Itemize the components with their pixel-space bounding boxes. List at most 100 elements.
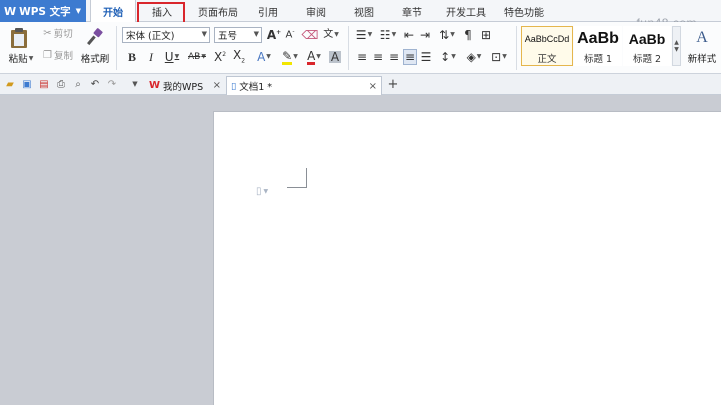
- align-right-button[interactable]: ≡: [387, 49, 401, 65]
- distribute-button[interactable]: ☰: [419, 49, 433, 65]
- close-icon[interactable]: ×: [213, 80, 221, 91]
- chevron-up-icon: ▲: [674, 39, 679, 46]
- justify-icon: ≡: [404, 50, 416, 64]
- text-effect-button[interactable]: A ▼: [253, 49, 275, 65]
- app-menu-button[interactable]: W WPS 文字 ▼: [0, 0, 86, 22]
- clear-format-button[interactable]: ⌫: [302, 27, 319, 43]
- table-button[interactable]: ⊞: [478, 27, 494, 43]
- paintbrush-icon: [87, 28, 103, 46]
- decrease-indent-button[interactable]: ⇤: [402, 27, 416, 43]
- print-preview-button[interactable]: ⌕: [71, 77, 85, 91]
- grow-font-button[interactable]: A+: [267, 27, 281, 43]
- quick-access-bar: ▰ ▣ ▤ ⎙ ⌕ ↶ ↷ ▼ W 我的WPS × ▯ 文档1 * × +: [0, 74, 721, 95]
- plus-icon: +: [387, 76, 399, 92]
- character-shading-button[interactable]: A: [328, 49, 342, 65]
- chevron-down-icon: ▼: [266, 53, 271, 60]
- justify-button[interactable]: ≡: [403, 49, 417, 65]
- redo-button[interactable]: ↷: [105, 77, 119, 91]
- styles-gallery-scroll[interactable]: ▲ ▼: [672, 26, 681, 66]
- tab-view[interactable]: 视图: [344, 0, 384, 22]
- tab-home[interactable]: 开始: [90, 0, 136, 23]
- export-pdf-button[interactable]: ▤: [37, 77, 51, 91]
- bold-button[interactable]: B: [125, 49, 139, 65]
- underline-button[interactable]: U ▼: [162, 49, 182, 65]
- chevron-down-icon: ▼: [674, 46, 679, 53]
- format-painter-label: 格式刷: [80, 54, 110, 65]
- open-file-button[interactable]: ▰: [3, 77, 17, 91]
- chevron-down-icon: ▼: [476, 53, 482, 60]
- font-name-select[interactable]: 宋体 (正文) ▼: [122, 27, 210, 43]
- chevron-down-icon: ▼: [502, 53, 507, 60]
- superscript-button[interactable]: X2: [212, 49, 228, 65]
- paste-label-button[interactable]: 粘贴 ▼: [5, 52, 37, 65]
- cut-button[interactable]: ✂ 剪切: [40, 26, 76, 41]
- tab-references[interactable]: 引用: [248, 0, 288, 22]
- tab-developer[interactable]: 开发工具: [438, 0, 494, 22]
- undo-button[interactable]: ↶: [88, 77, 102, 91]
- customize-quick-access-button[interactable]: ▼: [128, 77, 142, 91]
- align-center-button[interactable]: ≡: [371, 49, 385, 65]
- phonetic-guide-button[interactable]: 文 ▼: [322, 27, 340, 43]
- scissors-icon: ✂: [43, 27, 52, 39]
- chevron-down-icon: ▼: [201, 53, 206, 60]
- style-heading-2[interactable]: AaBb 标题 2: [623, 26, 671, 66]
- save-button[interactable]: ▣: [20, 77, 34, 91]
- format-painter-button[interactable]: [84, 26, 106, 48]
- shading-button[interactable]: ◈ ▼: [463, 49, 485, 65]
- close-icon[interactable]: ×: [369, 81, 377, 92]
- margin-corner-mark: [287, 168, 307, 188]
- chevron-down-icon: ▼: [132, 80, 138, 88]
- undo-icon: ↶: [90, 78, 100, 90]
- tab-review[interactable]: 审阅: [296, 0, 336, 22]
- character-shading-icon: A: [328, 50, 342, 64]
- folder-icon: ▰: [6, 78, 14, 90]
- doc-tab-my-wps[interactable]: W 我的WPS ×: [145, 76, 225, 95]
- document-page[interactable]: ▯ ▼: [213, 111, 721, 405]
- ribbon-divider: [516, 26, 517, 70]
- print-preview-icon: ⌕: [75, 78, 81, 90]
- shrink-font-button[interactable]: A-: [283, 27, 297, 43]
- bold-icon: B: [127, 50, 136, 64]
- align-left-button[interactable]: ≡: [355, 49, 369, 65]
- text-effect-icon: A: [257, 50, 266, 64]
- chevron-down-icon: ▼: [451, 53, 456, 60]
- numbering-button[interactable]: ☷ ▼: [377, 27, 399, 43]
- font-color-button[interactable]: A ▼: [303, 49, 325, 65]
- copy-button[interactable]: ❐ 复制: [40, 48, 76, 63]
- tab-special-features[interactable]: 特色功能: [496, 0, 552, 22]
- doc-tab-document1[interactable]: ▯ 文档1 * ×: [226, 76, 382, 95]
- chevron-down-icon: ▼: [391, 31, 397, 38]
- tab-page-layout[interactable]: 页面布局: [190, 0, 246, 22]
- phonetic-icon: 文: [323, 29, 334, 40]
- align-right-icon: ≡: [388, 50, 400, 64]
- style-heading-1[interactable]: AaBb 标题 1: [574, 26, 622, 66]
- print-button[interactable]: ⎙: [54, 77, 68, 91]
- new-style-button[interactable]: A: [686, 26, 718, 50]
- align-center-icon: ≡: [372, 50, 384, 64]
- highlight-button[interactable]: ✎ ▼: [279, 49, 301, 65]
- paragraph-layout-handle[interactable]: ▯ ▼: [256, 186, 268, 197]
- paste-button[interactable]: [6, 26, 32, 50]
- clipboard-icon: [11, 28, 27, 48]
- font-size-select[interactable]: 五号 ▼: [214, 27, 262, 43]
- highlighter-icon: ✎: [282, 48, 293, 65]
- tab-chapter[interactable]: 章节: [392, 0, 432, 22]
- italic-button[interactable]: I: [144, 49, 158, 65]
- numbered-list-icon: ☷: [379, 28, 391, 42]
- strikethrough-button[interactable]: AB ▼: [185, 49, 209, 65]
- increase-indent-button[interactable]: ⇥: [418, 27, 432, 43]
- borders-button[interactable]: ⊡ ▼: [488, 49, 510, 65]
- new-tab-button[interactable]: +: [386, 76, 400, 92]
- line-spacing-button[interactable]: ↕ ▼: [437, 49, 459, 65]
- new-style-icon: A: [696, 29, 708, 46]
- insert-tab-highlight-box: [137, 2, 185, 24]
- bullets-button[interactable]: ☰ ▼: [353, 27, 375, 43]
- ribbon-divider: [116, 26, 117, 70]
- redo-icon: ↷: [107, 78, 117, 90]
- subscript-button[interactable]: X2: [231, 49, 247, 65]
- show-marks-button[interactable]: ¶: [460, 27, 476, 43]
- style-normal[interactable]: AaBbCcDd 正文: [521, 26, 573, 66]
- line-spacing-icon: ↕: [440, 50, 451, 64]
- outdent-icon: ⇤: [403, 28, 415, 42]
- sort-button[interactable]: ⇅ ▼: [436, 27, 458, 43]
